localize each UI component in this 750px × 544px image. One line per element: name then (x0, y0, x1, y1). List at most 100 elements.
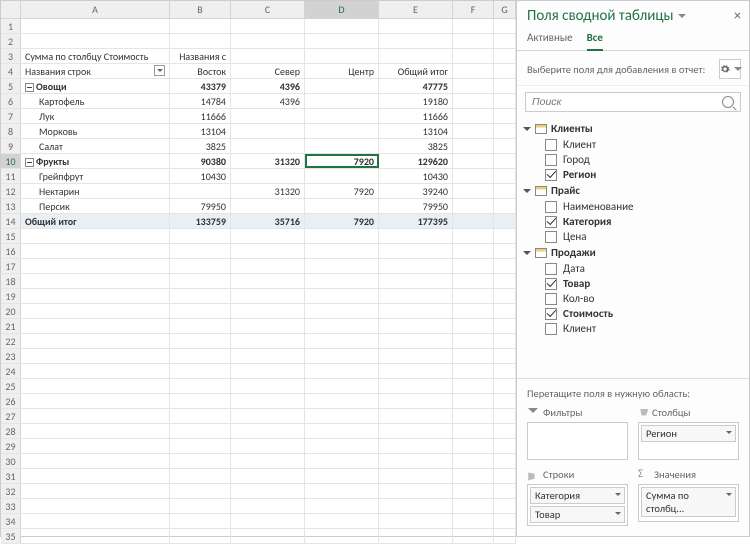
row-header[interactable]: 10 (1, 154, 21, 168)
cell[interactable] (170, 244, 231, 258)
cell[interactable]: 7920 (305, 214, 379, 228)
cell[interactable] (231, 334, 305, 348)
field-item[interactable]: Стоимость (521, 306, 745, 321)
checkbox[interactable] (545, 263, 557, 275)
cell[interactable] (231, 124, 305, 138)
row-header[interactable]: 34 (1, 514, 21, 528)
cell[interactable] (170, 364, 231, 378)
cell[interactable] (494, 439, 516, 453)
cell[interactable] (305, 94, 379, 108)
cell[interactable] (494, 229, 516, 243)
cell[interactable] (453, 124, 494, 138)
cell[interactable] (494, 94, 516, 108)
cell[interactable] (305, 409, 379, 423)
cell[interactable] (453, 259, 494, 273)
cell[interactable] (170, 439, 231, 453)
cell[interactable] (231, 19, 305, 33)
cell[interactable]: 7920 (305, 184, 379, 198)
cell[interactable] (453, 94, 494, 108)
row-header[interactable]: 24 (1, 364, 21, 378)
cell[interactable]: 10430 (170, 169, 231, 183)
cell[interactable] (494, 409, 516, 423)
cell[interactable]: 90380 (170, 154, 231, 168)
cell[interactable]: 11666 (170, 109, 231, 123)
cell[interactable] (379, 289, 453, 303)
cell[interactable] (494, 154, 516, 168)
checkbox[interactable] (545, 278, 557, 290)
filter-dropdown-icon[interactable] (154, 65, 165, 76)
cell[interactable] (21, 334, 170, 348)
row-header[interactable]: 22 (1, 334, 21, 348)
cell[interactable] (453, 349, 494, 363)
col-header[interactable]: B (170, 1, 231, 18)
cell[interactable] (170, 454, 231, 468)
cell[interactable] (170, 409, 231, 423)
cell[interactable] (21, 484, 170, 498)
cell[interactable] (379, 529, 453, 543)
row-header[interactable]: 17 (1, 259, 21, 273)
cell[interactable] (21, 409, 170, 423)
cell[interactable] (494, 529, 516, 543)
cell[interactable] (494, 244, 516, 258)
cell[interactable]: Общий итог (21, 214, 170, 228)
cell[interactable] (379, 484, 453, 498)
cell[interactable] (305, 499, 379, 513)
cell[interactable] (453, 304, 494, 318)
cell[interactable] (494, 514, 516, 528)
cell[interactable] (494, 79, 516, 93)
cell[interactable] (305, 289, 379, 303)
cell[interactable] (231, 454, 305, 468)
cell[interactable] (170, 424, 231, 438)
cell[interactable] (379, 379, 453, 393)
cell[interactable] (379, 334, 453, 348)
pane-options-dropdown-icon[interactable] (678, 12, 687, 21)
cell[interactable]: Названия строк (21, 64, 170, 78)
cell[interactable] (231, 229, 305, 243)
cell[interactable] (231, 304, 305, 318)
cell[interactable] (231, 439, 305, 453)
cell[interactable] (305, 454, 379, 468)
row-header[interactable]: 4 (1, 64, 21, 78)
cell[interactable] (453, 454, 494, 468)
cell[interactable]: 4396 (231, 94, 305, 108)
cell[interactable] (305, 484, 379, 498)
tab-all[interactable]: Все (587, 27, 603, 50)
cell[interactable] (21, 349, 170, 363)
cell[interactable] (170, 19, 231, 33)
cell[interactable]: Салат (21, 139, 170, 153)
row-header[interactable]: 12 (1, 184, 21, 198)
cell[interactable] (494, 394, 516, 408)
checkbox[interactable] (545, 216, 557, 228)
cell[interactable] (379, 304, 453, 318)
cell[interactable] (170, 274, 231, 288)
cell[interactable]: Названия с (170, 49, 231, 63)
cell[interactable] (494, 139, 516, 153)
cell[interactable]: 39240 (379, 184, 453, 198)
zone-rows-box[interactable]: КатегорияТовар (527, 484, 628, 526)
cell[interactable] (21, 499, 170, 513)
cell[interactable] (231, 424, 305, 438)
cell[interactable]: 177395 (379, 214, 453, 228)
checkbox[interactable] (545, 139, 557, 151)
zone-item[interactable]: Категория (530, 487, 625, 504)
cell[interactable] (231, 469, 305, 483)
cell[interactable] (170, 499, 231, 513)
cell[interactable] (379, 454, 453, 468)
cell[interactable] (453, 139, 494, 153)
cell[interactable] (453, 319, 494, 333)
row-header[interactable]: 6 (1, 94, 21, 108)
row-header[interactable]: 13 (1, 199, 21, 213)
zone-item[interactable]: Регион (641, 425, 736, 442)
cell[interactable] (379, 349, 453, 363)
cell[interactable] (494, 109, 516, 123)
col-header[interactable]: E (379, 1, 453, 18)
field-item[interactable]: Город (521, 152, 745, 167)
cell[interactable] (305, 469, 379, 483)
row-header[interactable]: 5 (1, 79, 21, 93)
cell[interactable] (231, 49, 305, 63)
cell[interactable]: Грейпфрут (21, 169, 170, 183)
field-item[interactable]: Дата (521, 261, 745, 276)
cell[interactable] (305, 514, 379, 528)
tab-active[interactable]: Активные (527, 27, 573, 50)
cell[interactable]: 35716 (231, 214, 305, 228)
